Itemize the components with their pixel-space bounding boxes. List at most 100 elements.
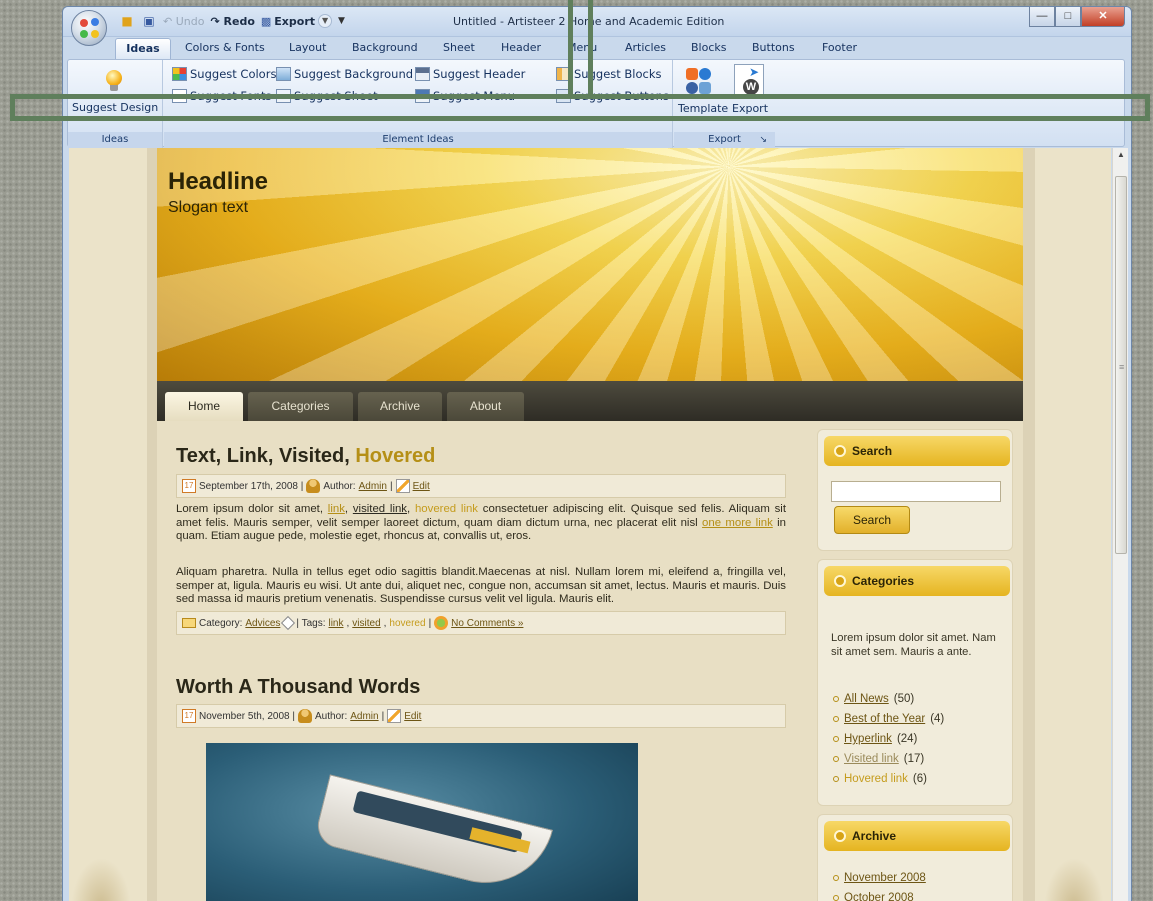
bullet-ring-icon [834, 445, 846, 457]
text-link[interactable]: link [328, 503, 345, 515]
suggest-header-button[interactable]: Suggest Header [415, 67, 525, 81]
hovered-link[interactable]: hovered link [415, 503, 478, 515]
list-item: Hovered link (6) [833, 769, 944, 789]
tag-link[interactable]: visited [352, 618, 380, 629]
edit-link[interactable]: Edit [413, 481, 430, 492]
calendar-icon: 17 [182, 709, 196, 723]
author-icon [298, 709, 312, 723]
tab-sheet[interactable]: Sheet [443, 41, 475, 54]
tab-layout[interactable]: Layout [289, 41, 326, 54]
tag-link[interactable]: link [328, 618, 343, 629]
maximize-button[interactable]: □ [1055, 7, 1081, 27]
search-block: Search Search [817, 429, 1013, 551]
search-input[interactable] [831, 481, 1001, 502]
tag-icon [281, 615, 296, 631]
category-link[interactable]: Best of the Year [844, 713, 925, 725]
grip-icon: ≡ [1119, 362, 1125, 372]
list-item: November 2008 [833, 868, 926, 888]
tab-background[interactable]: Background [352, 41, 418, 54]
bullet-icon [833, 716, 839, 722]
block-header: Search [824, 436, 1010, 466]
lightbulb-icon [104, 70, 124, 94]
list-item: Visited link (17) [833, 749, 944, 769]
vertical-scrollbar[interactable]: ▲ ≡ [1112, 148, 1128, 901]
app-window: ■ ▣ ↶ Undo ↷ Redo ▩ Export ▼ ▼ Untitled - … [62, 6, 1132, 901]
suggest-background-button[interactable]: Suggest Background [276, 67, 413, 81]
author-link[interactable]: Admin [350, 711, 378, 722]
archive-link[interactable]: October 2008 [844, 892, 914, 901]
menu-item-home[interactable]: Home [165, 392, 243, 421]
dialog-launcher-icon[interactable]: ↘ [759, 132, 767, 148]
visited-link[interactable]: visited link [353, 503, 407, 515]
category-link[interactable]: Advices [245, 618, 280, 629]
post-title[interactable]: Text, Link, Visited, Hovered [176, 445, 435, 468]
minimize-button[interactable]: — [1029, 7, 1055, 27]
tab-blocks[interactable]: Blocks [691, 41, 726, 54]
overlay-band [588, 0, 593, 99]
slogan: Slogan text [168, 199, 249, 216]
overlay-band [10, 116, 1150, 121]
block-header: Categories [824, 566, 1010, 596]
post-title[interactable]: Worth A Thousand Words [176, 676, 420, 699]
post-footer: Category: Advices | Tags: link, visited,… [176, 611, 786, 635]
category-link[interactable]: Hyperlink [844, 733, 892, 745]
headline: Headline [168, 168, 269, 195]
bullet-icon [833, 895, 839, 901]
overlay-band [10, 94, 1150, 99]
undo-button[interactable]: ↶ Undo [163, 15, 204, 28]
redo-button[interactable]: ↷ Redo [210, 15, 254, 28]
export-button[interactable]: ▩ Export ▼ [261, 14, 333, 28]
menu-item-about[interactable]: About [447, 392, 524, 421]
ribbon-tabs: Ideas Colors & Fonts Layout Background S… [63, 37, 1131, 60]
edit-icon [395, 479, 410, 493]
tab-ideas[interactable]: Ideas [115, 38, 171, 60]
customize-toolbar-icon[interactable]: ▼ [338, 16, 345, 26]
open-folder-icon[interactable]: ■ [119, 13, 135, 29]
comments-link[interactable]: No Comments » [451, 618, 523, 629]
tag-link[interactable]: hovered [389, 618, 425, 629]
archive-link[interactable]: November 2008 [844, 872, 926, 884]
orb-dot-icon [80, 19, 88, 27]
scroll-up-icon[interactable]: ▲ [1113, 150, 1129, 162]
export-button-large[interactable]: Export [732, 102, 768, 115]
list-item: October 2008 [833, 888, 926, 901]
element-ideas-group: Suggest Colors Suggest Background Sugges… [164, 60, 673, 148]
tab-colors-fonts[interactable]: Colors & Fonts [185, 41, 265, 54]
overlay-band [1145, 94, 1150, 121]
suggest-design-button[interactable]: Suggest Design [72, 101, 158, 114]
export-document-icon[interactable]: W ➤ [734, 64, 764, 96]
window-controls: — □ ✕ [1029, 7, 1125, 27]
palm-decoration-icon [1044, 858, 1104, 901]
block-header: Archive [824, 821, 1010, 851]
tab-footer[interactable]: Footer [822, 41, 857, 54]
category-link[interactable]: All News [844, 693, 889, 705]
edit-link[interactable]: Edit [404, 711, 421, 722]
tab-articles[interactable]: Articles [625, 41, 666, 54]
ribbon: Suggest Design Ideas Suggest Colors Sugg… [67, 59, 1125, 148]
content-area: Text, Link, Visited, Hovered 17 Septembe… [157, 421, 1023, 901]
chevron-down-icon[interactable]: ▼ [318, 14, 333, 28]
archive-block: Archive November 2008 October 2008 [817, 814, 1013, 901]
search-button[interactable]: Search [834, 506, 910, 534]
list-item: Best of the Year (4) [833, 709, 944, 729]
template-button[interactable]: Template [678, 102, 728, 115]
post-meta: 17 November 5th, 2008 | Author: Admin | … [176, 704, 786, 728]
background-icon [276, 67, 291, 81]
category-link[interactable]: Visited link [844, 753, 899, 765]
menu-item-archive[interactable]: Archive [358, 392, 442, 421]
author-link[interactable]: Admin [359, 481, 387, 492]
save-icon[interactable]: ▣ [141, 13, 157, 29]
suggest-colors-button[interactable]: Suggest Colors [172, 67, 276, 81]
tab-buttons[interactable]: Buttons [752, 41, 795, 54]
tab-header[interactable]: Header [501, 41, 541, 54]
scroll-thumb[interactable]: ≡ [1115, 176, 1127, 554]
header-icon [415, 67, 430, 81]
element-ideas-label: Element Ideas [164, 132, 672, 148]
menu-item-categories[interactable]: Categories [248, 392, 353, 421]
app-menu-orb[interactable] [71, 10, 107, 46]
list-item: All News (50) [833, 689, 944, 709]
site-header: Headline Slogan text [157, 148, 1023, 382]
more-link[interactable]: one more link [702, 517, 773, 529]
close-button[interactable]: ✕ [1081, 7, 1125, 27]
category-link[interactable]: Hovered link [844, 773, 908, 785]
